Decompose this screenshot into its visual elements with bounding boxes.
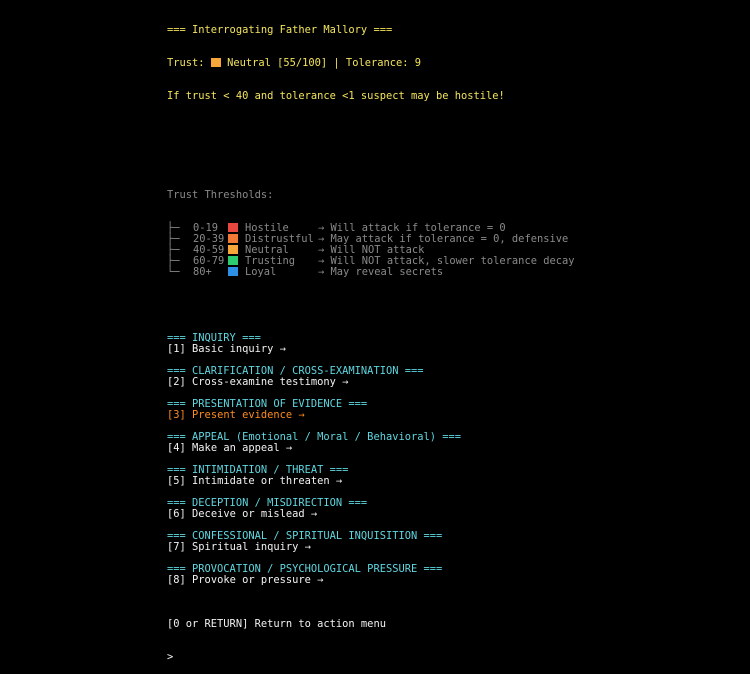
threshold-color-swatch (228, 234, 238, 243)
trust-status: Neutral [55/100] | Tolerance: 9 (227, 57, 422, 69)
option-key: [4] (167, 442, 186, 454)
page-title: === Interrogating Father Mallory === (167, 24, 393, 36)
hostility-warning: If trust < 40 and tolerance <1 suspect m… (167, 90, 505, 102)
option-label: Deceive or mislead → (192, 508, 318, 520)
option-label: Spiritual inquiry → (192, 541, 311, 553)
threshold-range: 80+ (193, 266, 212, 278)
thresholds-list: ├─ 0-19 Hostile → Will attack if tolerance … (167, 223, 737, 278)
menu-option[interactable]: [2] Cross-examine testimony → (167, 377, 737, 388)
menu-option[interactable]: [5] Intimidate or threaten → (167, 476, 737, 487)
option-key: [1] (167, 343, 186, 355)
option-key: [5] (167, 475, 186, 487)
trust-status-line: Trust: Neutral [55/100] | Tolerance: 9 (167, 58, 737, 69)
threshold-color-swatch (228, 267, 238, 276)
menu-option[interactable]: [1] Basic inquiry → (167, 344, 737, 355)
threshold-color-swatch (228, 245, 238, 254)
option-label: Cross-examine testimony → (192, 376, 349, 388)
option-label: Present evidence → (192, 409, 305, 421)
option-key: [8] (167, 574, 186, 586)
threshold-color-swatch (228, 223, 238, 232)
threshold-color-swatch (228, 256, 238, 265)
option-label: Provoke or pressure → (192, 574, 324, 586)
terminal: === Interrogating Father Mallory === Tru… (167, 3, 737, 674)
threshold-row: └─ 80+ Loyal → May reveal secrets (167, 267, 737, 278)
menu-option[interactable]: [6] Deceive or mislead → (167, 509, 737, 520)
menu-option[interactable]: [4] Make an appeal → (167, 443, 737, 454)
menu-option[interactable]: [8] Provoke or pressure → (167, 575, 737, 586)
input-prompt[interactable]: > (167, 652, 737, 663)
threshold-label: Loyal (245, 266, 277, 278)
menu-option[interactable]: [3] Present evidence → (167, 410, 737, 421)
thresholds-title: Trust Thresholds: (167, 189, 274, 201)
option-key: [6] (167, 508, 186, 520)
option-key: [2] (167, 376, 186, 388)
option-key: [7] (167, 541, 186, 553)
trust-color-swatch (210, 58, 221, 67)
trust-label: Trust: (167, 57, 205, 69)
option-label: Make an appeal → (192, 442, 293, 454)
option-label: Basic inquiry → (192, 343, 286, 355)
threshold-description: → May reveal secrets (318, 266, 444, 278)
tree-branch: └─ (167, 266, 180, 278)
action-menu: === INQUIRY === [1] Basic inquiry → === CL… (167, 333, 737, 597)
option-key: [3] (167, 409, 186, 421)
option-label: Intimidate or threaten → (192, 475, 343, 487)
menu-option[interactable]: [7] Spiritual inquiry → (167, 542, 737, 553)
return-option[interactable]: [0 or RETURN] Return to action menu (167, 619, 737, 630)
